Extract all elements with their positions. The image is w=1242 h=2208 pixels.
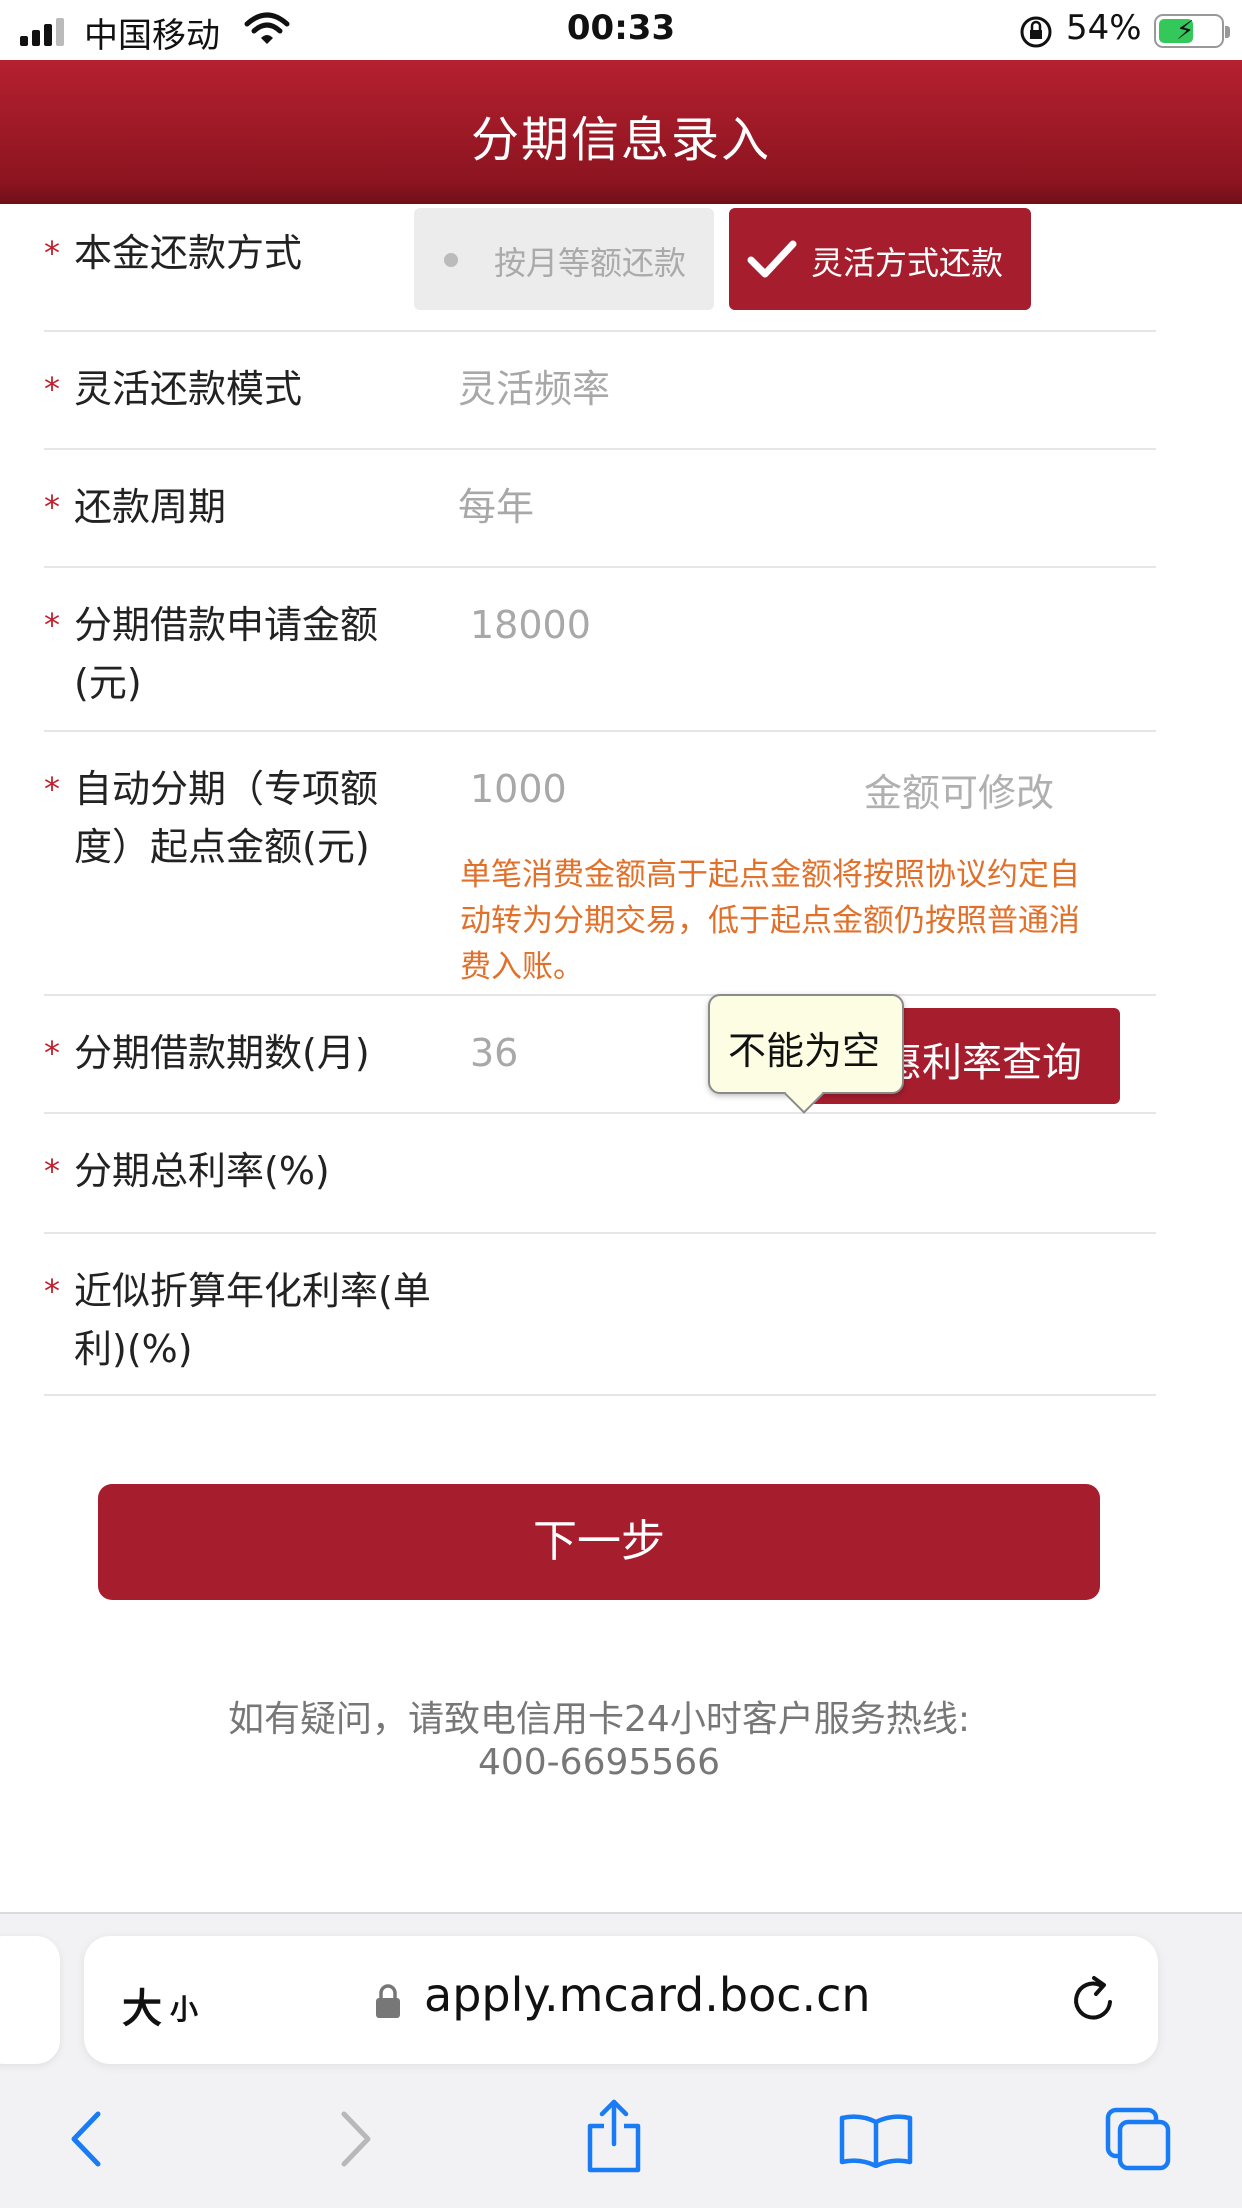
annual-rate-label: 近似折算年化利率(单利)(%) — [74, 1269, 431, 1371]
tabs-icon[interactable] — [1104, 2106, 1174, 2172]
lock-icon — [376, 1984, 400, 2018]
loan-term-label: 分期借款期数(月) — [74, 1031, 370, 1075]
service-hotline-text: 如有疑问，请致电信用卡24小时客户服务热线: — [228, 1699, 970, 1740]
option-monthly-label: 按月等额还款 — [494, 244, 687, 282]
tooltip-text: 不能为空 — [728, 1029, 881, 1073]
radio-dot-icon — [444, 253, 458, 267]
option-flexible-button[interactable]: 灵活方式还款 — [729, 208, 1031, 310]
bookmarks-icon[interactable] — [838, 2112, 914, 2168]
page-header: 分期信息录入 — [0, 60, 1242, 204]
option-flexible-label: 灵活方式还款 — [811, 244, 1004, 282]
battery-percent: 54% — [1066, 8, 1142, 48]
repayment-cycle-row[interactable]: * 还款周期 每年 — [44, 450, 1156, 568]
auto-installment-input[interactable]: 1000 — [470, 760, 567, 818]
loan-amount-input[interactable]: 18000 — [470, 596, 591, 654]
required-mark: * — [44, 1152, 60, 1190]
text-size-small-label[interactable]: 小 — [170, 1988, 198, 2028]
auto-installment-label: 自动分期（专项额度）起点金额(元) — [74, 767, 379, 869]
flexible-mode-row[interactable]: * 灵活还款模式 灵活频率 — [44, 332, 1156, 450]
total-rate-label: 分期总利率(%) — [74, 1149, 330, 1193]
next-step-button[interactable]: 下一步 — [98, 1484, 1100, 1600]
forward-arrow-icon[interactable] — [336, 2108, 376, 2170]
share-icon[interactable] — [584, 2098, 644, 2174]
total-rate-row: * 分期总利率(%) — [44, 1114, 1156, 1234]
orientation-lock-icon — [1020, 16, 1052, 48]
option-monthly-equal-button[interactable]: 按月等额还款 — [414, 208, 714, 310]
amount-editable-hint: 金额可修改 — [864, 771, 1055, 815]
auto-installment-notice: 单笔消费金额高于起点金额将按照协议约定自动转为分期交易，低于起点金额仍按照普通消… — [460, 857, 1080, 985]
repayment-cycle-select[interactable]: 每年 — [458, 478, 534, 536]
repayment-cycle-label: 还款周期 — [74, 485, 227, 529]
text-size-big-label[interactable]: 大 — [122, 1976, 162, 2034]
required-mark: * — [44, 1272, 60, 1310]
required-mark: * — [44, 606, 60, 644]
required-mark: * — [44, 370, 60, 408]
previous-tab-preview[interactable] — [0, 1936, 60, 2064]
back-arrow-icon[interactable] — [66, 2108, 106, 2170]
battery-icon: ⚡ — [1154, 14, 1230, 48]
annual-rate-row: * 近似折算年化利率(单利)(%) — [44, 1234, 1156, 1396]
required-mark: * — [44, 1034, 60, 1072]
status-bar: 中国移动 00:33 54% ⚡ — [0, 0, 1242, 60]
flexible-mode-label: 灵活还款模式 — [74, 367, 303, 411]
required-mark: * — [44, 234, 60, 272]
required-mark: * — [44, 770, 60, 808]
url-text[interactable]: apply.mcard.boc.cn — [424, 1968, 871, 2022]
checkmark-icon — [747, 240, 797, 278]
repayment-method-label: 本金还款方式 — [74, 231, 303, 275]
address-bar[interactable]: 大 小 apply.mcard.boc.cn — [84, 1936, 1158, 2064]
clock: 00:33 — [566, 8, 676, 48]
reload-icon[interactable] — [1066, 1972, 1122, 2028]
validation-tooltip: 不能为空 — [708, 994, 904, 1114]
flexible-mode-select[interactable]: 灵活频率 — [458, 360, 610, 418]
service-hotline-number[interactable]: 400-6695566 — [0, 1742, 1198, 1783]
loan-amount-label: 分期借款申请金额(元) — [74, 603, 379, 705]
loan-amount-row: * 分期借款申请金额(元) 18000 — [44, 568, 1156, 732]
required-mark: * — [44, 488, 60, 526]
loan-term-input[interactable]: 36 — [470, 1024, 518, 1082]
page-title: 分期信息录入 — [470, 112, 771, 168]
